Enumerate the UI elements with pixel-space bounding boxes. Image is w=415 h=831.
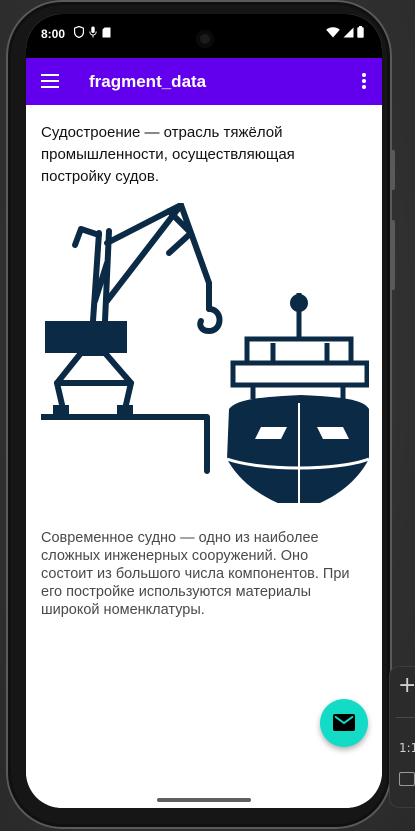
body-text: Современное судно — одно из наиболее сло…	[41, 530, 350, 618]
sd-card-icon	[102, 27, 111, 37]
status-notification-icons	[74, 26, 111, 38]
front-camera	[196, 30, 214, 48]
status-bar: 8:00	[26, 14, 382, 58]
battery-icon	[357, 26, 364, 38]
status-system-icons	[326, 26, 364, 38]
overflow-menu-button[interactable]	[358, 71, 370, 91]
menu-button[interactable]	[40, 72, 60, 90]
home-indicator[interactable]	[157, 798, 251, 802]
shield-icon	[74, 26, 84, 38]
mic-icon	[89, 26, 97, 38]
more-vert-icon	[362, 73, 366, 89]
emulator-stage: 8:00 fragment_data Судостроение — отрасл…	[0, 0, 415, 831]
signal-icon	[343, 27, 354, 37]
zoom-ratio-button[interactable]: 1:1	[399, 741, 415, 755]
power-button	[391, 150, 395, 190]
screenshot-icon[interactable]	[399, 772, 415, 786]
status-time: 8:00	[41, 27, 66, 41]
menu-icon	[41, 74, 59, 88]
device-screen: 8:00 fragment_data Судостроение — отрасл…	[26, 14, 382, 808]
email-icon	[333, 714, 355, 731]
zoom-in-button[interactable]: +	[398, 673, 415, 698]
wifi-icon	[326, 26, 340, 37]
shipyard-crane-ship-illustration	[41, 203, 369, 503]
toolbar-title: fragment_data	[89, 72, 207, 91]
side-divider	[396, 717, 415, 718]
intro-text: Судостроение — отрасль тяжёлой промышлен…	[41, 124, 295, 185]
app-toolbar: fragment_data	[26, 58, 382, 105]
emulator-side-panel: + 1:1	[389, 666, 415, 808]
email-fab[interactable]	[320, 699, 368, 747]
volume-button	[391, 220, 395, 290]
fragment-content: Судостроение — отрасль тяжёлой промышлен…	[26, 105, 382, 808]
